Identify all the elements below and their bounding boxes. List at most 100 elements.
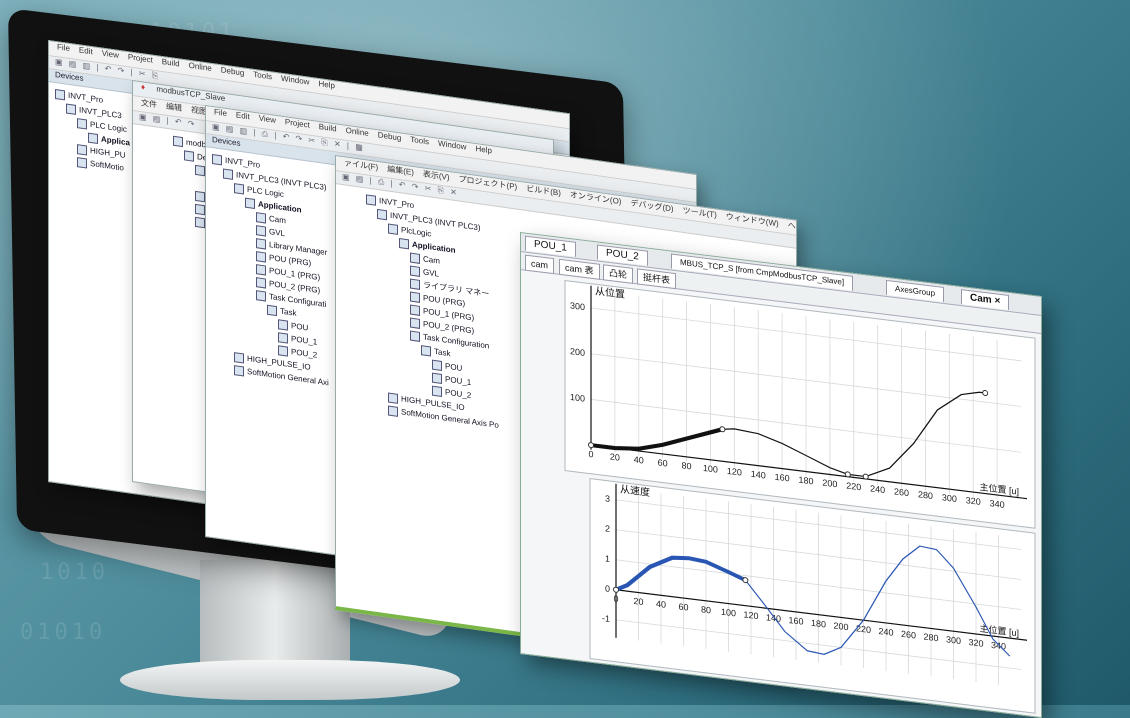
tree-node-label: GVL	[269, 226, 286, 239]
x-tick-label: 340	[990, 498, 1005, 510]
y-tick-label: 200	[570, 346, 585, 358]
x-tick-label: 260	[901, 629, 916, 641]
x-tick-label: 80	[682, 460, 692, 471]
tree-node-label: POU	[291, 321, 309, 333]
tab-cam[interactable]: Cam ×	[961, 289, 1010, 311]
tree-node-icon	[256, 290, 266, 302]
menu-item[interactable]: Help	[475, 144, 491, 155]
menu-item[interactable]: 文件	[141, 98, 157, 109]
x-tick-label: 240	[870, 483, 885, 495]
menu-item[interactable]: Tools	[410, 135, 429, 147]
menu-item[interactable]: Project	[285, 117, 310, 130]
menu-item[interactable]: File	[57, 42, 70, 53]
menu-item[interactable]: File	[214, 107, 227, 118]
x-tick-label: 320	[966, 495, 981, 507]
menu-item[interactable]: 編集(E)	[387, 164, 414, 177]
menu-item[interactable]: Tools	[253, 70, 272, 82]
menu-item[interactable]: ヘルプ(H)	[788, 221, 797, 235]
menu-item[interactable]: Edit	[236, 110, 250, 121]
menu-item[interactable]: Build	[319, 122, 337, 134]
menu-item[interactable]: Debug	[378, 130, 402, 142]
tree-node-label: GVL	[423, 267, 440, 279]
x-tick-label: 300	[946, 634, 961, 646]
tree-node-icon	[245, 197, 255, 209]
y-tick-label: 0	[605, 583, 610, 594]
tree-node-icon	[77, 117, 87, 130]
data-point	[719, 426, 726, 433]
tree-node-icon	[77, 143, 87, 156]
x-tick-label: 20	[634, 596, 644, 607]
monitor-stand-base	[120, 660, 460, 700]
data-point	[862, 473, 869, 480]
y-tick-label: 3	[605, 493, 610, 504]
x-tick-label: 180	[799, 475, 814, 487]
tree-node-icon	[278, 345, 288, 357]
y-tick-label: -1	[602, 613, 610, 624]
tree-node-icon	[366, 194, 376, 206]
monitor-stand-neck	[200, 560, 350, 670]
menu-item[interactable]: Window	[281, 74, 309, 87]
menu-item[interactable]: ァイル(F)	[344, 158, 378, 172]
tree-node-icon	[388, 223, 398, 235]
tree-node-icon	[410, 278, 420, 290]
menu-item[interactable]: 编辑	[166, 102, 182, 113]
tree-node-icon	[55, 88, 65, 101]
data-point	[742, 577, 749, 584]
cam-plots: 0 20 40 60 80 100 120 140 160 180 200 220 240 260 280 3…	[564, 279, 1036, 714]
tree-node-label: SoftMotio	[90, 158, 124, 173]
close-icon[interactable]: ×	[994, 295, 1000, 307]
tree-node-icon	[212, 153, 222, 166]
menu-item[interactable]: ビルド(B)	[526, 184, 561, 198]
tree-node-icon	[77, 156, 87, 169]
menu-item[interactable]: Project	[128, 52, 153, 65]
tree-node-label: Task	[434, 346, 451, 359]
tree-node-icon	[377, 208, 387, 221]
x-tick-label: 240	[879, 626, 894, 638]
x-tick-label: 300	[942, 492, 957, 504]
tree-node-icon	[421, 344, 431, 357]
menu-item[interactable]: Build	[162, 57, 180, 69]
tree-node-icon	[256, 264, 266, 276]
menu-item[interactable]: View	[102, 49, 119, 60]
x-tick-label: 0	[589, 449, 594, 460]
menu-item[interactable]: Window	[438, 139, 466, 152]
x-tick-label: 160	[775, 472, 790, 484]
y-tick-label: 100	[570, 392, 585, 404]
menu-item[interactable]: Edit	[79, 45, 93, 56]
tree-node-icon	[195, 190, 205, 203]
x-tick-label: 220	[846, 481, 861, 493]
menu-item[interactable]: 表示(V)	[423, 169, 450, 182]
x-tick-label: 60	[679, 601, 689, 612]
menu-item[interactable]: Debug	[221, 65, 245, 77]
x-tick-label: 120	[744, 609, 759, 621]
x-tick-label: 200	[834, 621, 849, 633]
tree-node-icon	[388, 392, 398, 404]
x-tick-label: 220	[856, 623, 871, 635]
x-tick-label: 100	[721, 607, 736, 619]
tree-node-icon	[223, 168, 233, 180]
menu-item[interactable]: Online	[346, 126, 369, 138]
tree-node-icon	[234, 364, 244, 377]
tree-node-icon	[195, 203, 205, 216]
x-tick-label: 200	[822, 478, 837, 490]
tree-node-icon	[432, 385, 442, 397]
menu-item[interactable]: Online	[189, 61, 212, 73]
y-tick-label: 300	[570, 300, 585, 312]
x-tick-label: 40	[634, 454, 644, 465]
tree-node-icon	[66, 103, 76, 115]
x-tick-label: 180	[811, 618, 826, 630]
x-tick-label: 60	[658, 457, 668, 468]
menu-item[interactable]: デバッグ(D)	[630, 199, 673, 214]
data-point	[588, 442, 594, 449]
menu-item[interactable]: ツール(T)	[683, 206, 717, 220]
data-point	[613, 586, 619, 593]
menu-item[interactable]: View	[259, 114, 276, 125]
tree-node-label: Cam	[269, 213, 286, 226]
tree-node-icon	[234, 351, 244, 364]
y-tick-label: 1	[605, 553, 610, 564]
x-tick-label: 320	[969, 637, 984, 649]
tree-node-icon	[234, 182, 244, 195]
tree-node-icon	[388, 405, 398, 417]
data-point	[844, 471, 851, 478]
menu-item[interactable]: Help	[318, 79, 334, 90]
